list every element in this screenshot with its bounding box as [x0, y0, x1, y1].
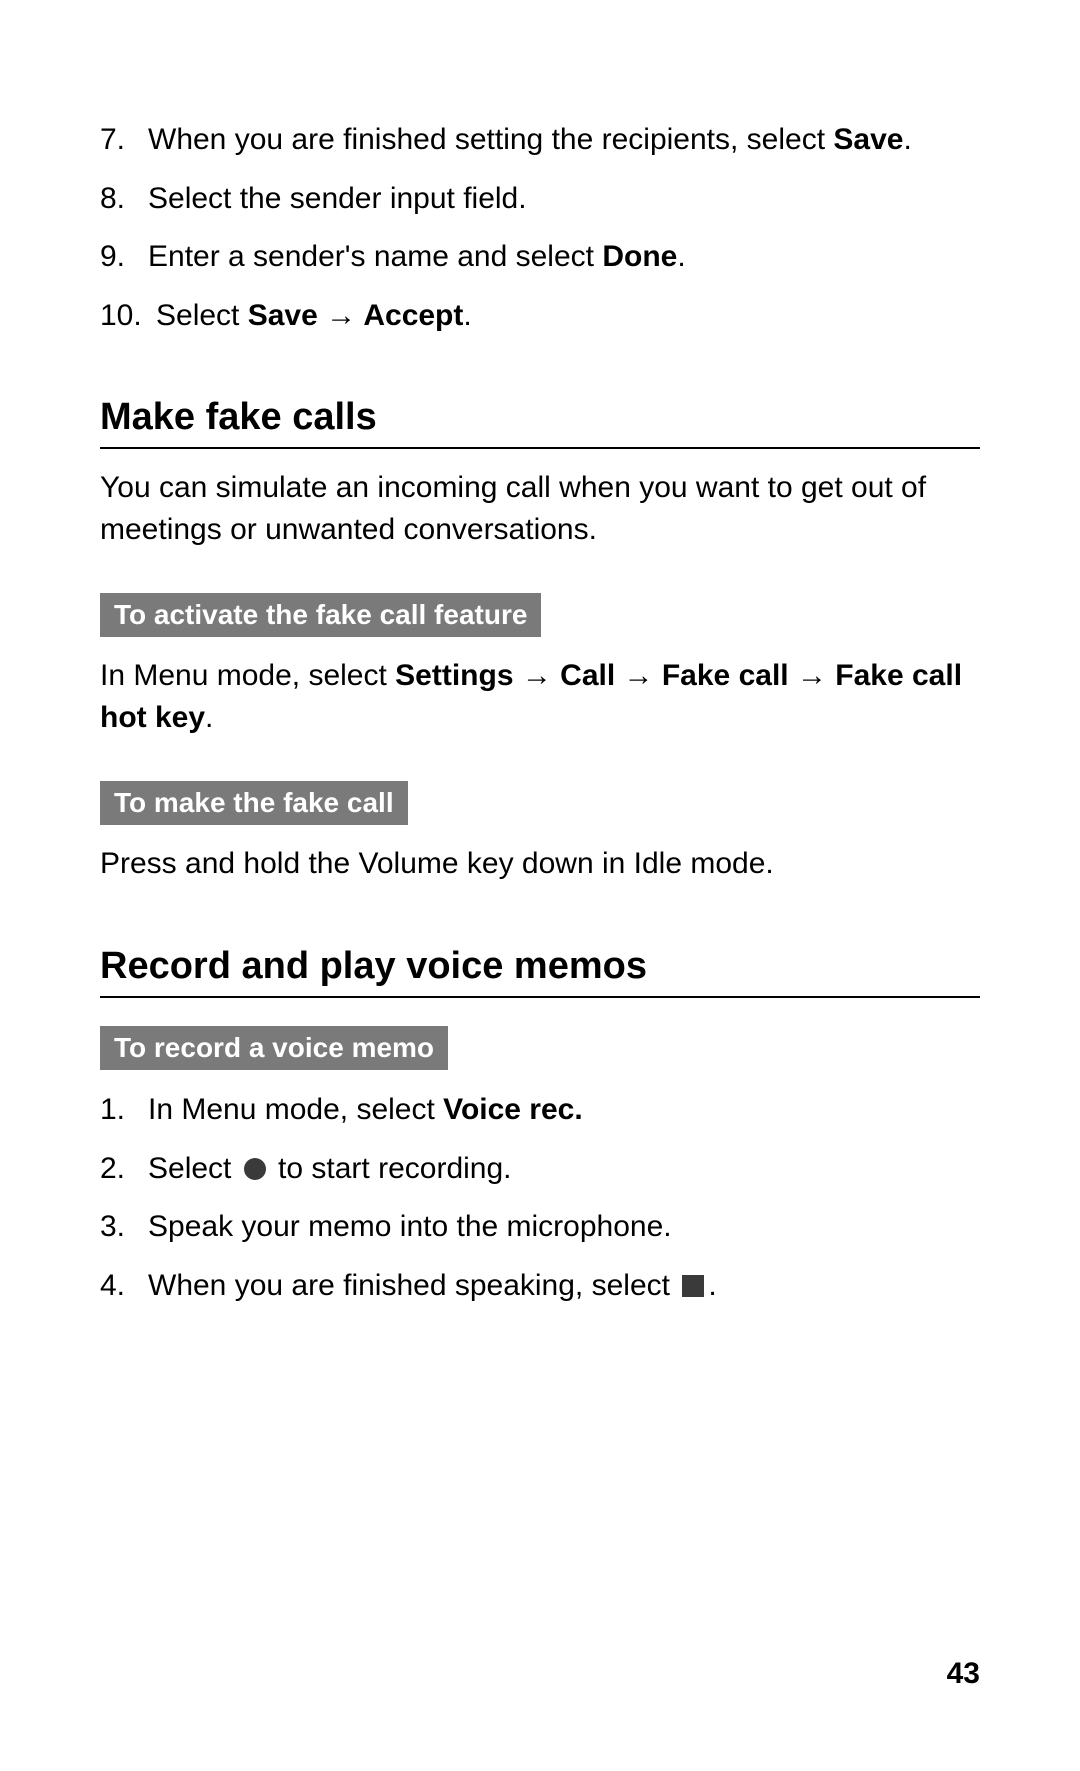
- stop-icon: [682, 1275, 704, 1297]
- text: In Menu mode, select: [100, 659, 395, 692]
- step-body: Select Save → Accept.: [156, 296, 980, 337]
- heading-make-fake-calls: Make fake calls: [100, 396, 980, 449]
- text: In Menu mode, select: [148, 1093, 443, 1126]
- text: .: [708, 1269, 716, 1302]
- bold-text: Voice rec.: [443, 1093, 583, 1126]
- step-number: 4.: [100, 1266, 148, 1307]
- text: to start recording.: [270, 1152, 512, 1185]
- step-8: 8. Select the sender input field.: [100, 179, 980, 220]
- text: .: [677, 240, 685, 273]
- record-icon: [244, 1158, 266, 1180]
- vm-step-4: 4. When you are finished speaking, selec…: [100, 1266, 980, 1307]
- step-number: 8.: [100, 179, 148, 220]
- step-body: Speak your memo into the microphone.: [148, 1207, 980, 1248]
- text: Select the sender input field.: [148, 182, 527, 215]
- step-number: 3.: [100, 1207, 148, 1248]
- subhead-activate-fake-call: To activate the fake call feature: [100, 593, 541, 637]
- activate-fake-call-text: In Menu mode, select Settings → Call → F…: [100, 655, 980, 739]
- subhead-record-voice-memo: To record a voice memo: [100, 1026, 448, 1070]
- heading-record-voice-memos: Record and play voice memos: [100, 945, 980, 998]
- vm-step-1: 1. In Menu mode, select Voice rec.: [100, 1090, 980, 1131]
- step-10: 10. Select Save → Accept.: [100, 296, 980, 337]
- manual-page: 7. When you are finished setting the rec…: [0, 0, 1080, 1771]
- text: When you are finished setting the recipi…: [148, 123, 833, 156]
- bold-text: Done: [602, 240, 677, 273]
- step-number: 10.: [100, 296, 156, 337]
- text: Enter a sender's name and select: [148, 240, 602, 273]
- text: .: [903, 123, 911, 156]
- vm-step-3: 3. Speak your memo into the microphone.: [100, 1207, 980, 1248]
- step-number: 9.: [100, 237, 148, 278]
- step-body: Select the sender input field.: [148, 179, 980, 220]
- step-9: 9. Enter a sender's name and select Done…: [100, 237, 980, 278]
- step-number: 2.: [100, 1149, 148, 1190]
- steps-continued: 7. When you are finished setting the rec…: [100, 120, 980, 336]
- text: Select: [156, 299, 248, 332]
- section-intro: You can simulate an incoming call when y…: [100, 467, 980, 551]
- step-number: 1.: [100, 1090, 148, 1131]
- step-7: 7. When you are finished setting the rec…: [100, 120, 980, 161]
- text: Select: [148, 1152, 240, 1185]
- text: Speak your memo into the microphone.: [148, 1210, 672, 1243]
- step-body: When you are finished speaking, select .: [148, 1266, 980, 1307]
- text: .: [463, 299, 471, 332]
- make-fake-call-text: Press and hold the Volume key down in Id…: [100, 843, 980, 885]
- subhead-make-fake-call: To make the fake call: [100, 781, 408, 825]
- page-number: 43: [947, 1657, 980, 1691]
- voice-memo-steps: 1. In Menu mode, select Voice rec. 2. Se…: [100, 1090, 980, 1306]
- bold-text: Save → Accept: [248, 299, 464, 332]
- step-body: In Menu mode, select Voice rec.: [148, 1090, 980, 1131]
- bold-text: Save: [833, 123, 903, 156]
- text: When you are finished speaking, select: [148, 1269, 678, 1302]
- text: .: [205, 701, 213, 734]
- step-body: Enter a sender's name and select Done.: [148, 237, 980, 278]
- step-body: Select to start recording.: [148, 1149, 980, 1190]
- step-body: When you are finished setting the recipi…: [148, 120, 980, 161]
- vm-step-2: 2. Select to start recording.: [100, 1149, 980, 1190]
- step-number: 7.: [100, 120, 148, 161]
